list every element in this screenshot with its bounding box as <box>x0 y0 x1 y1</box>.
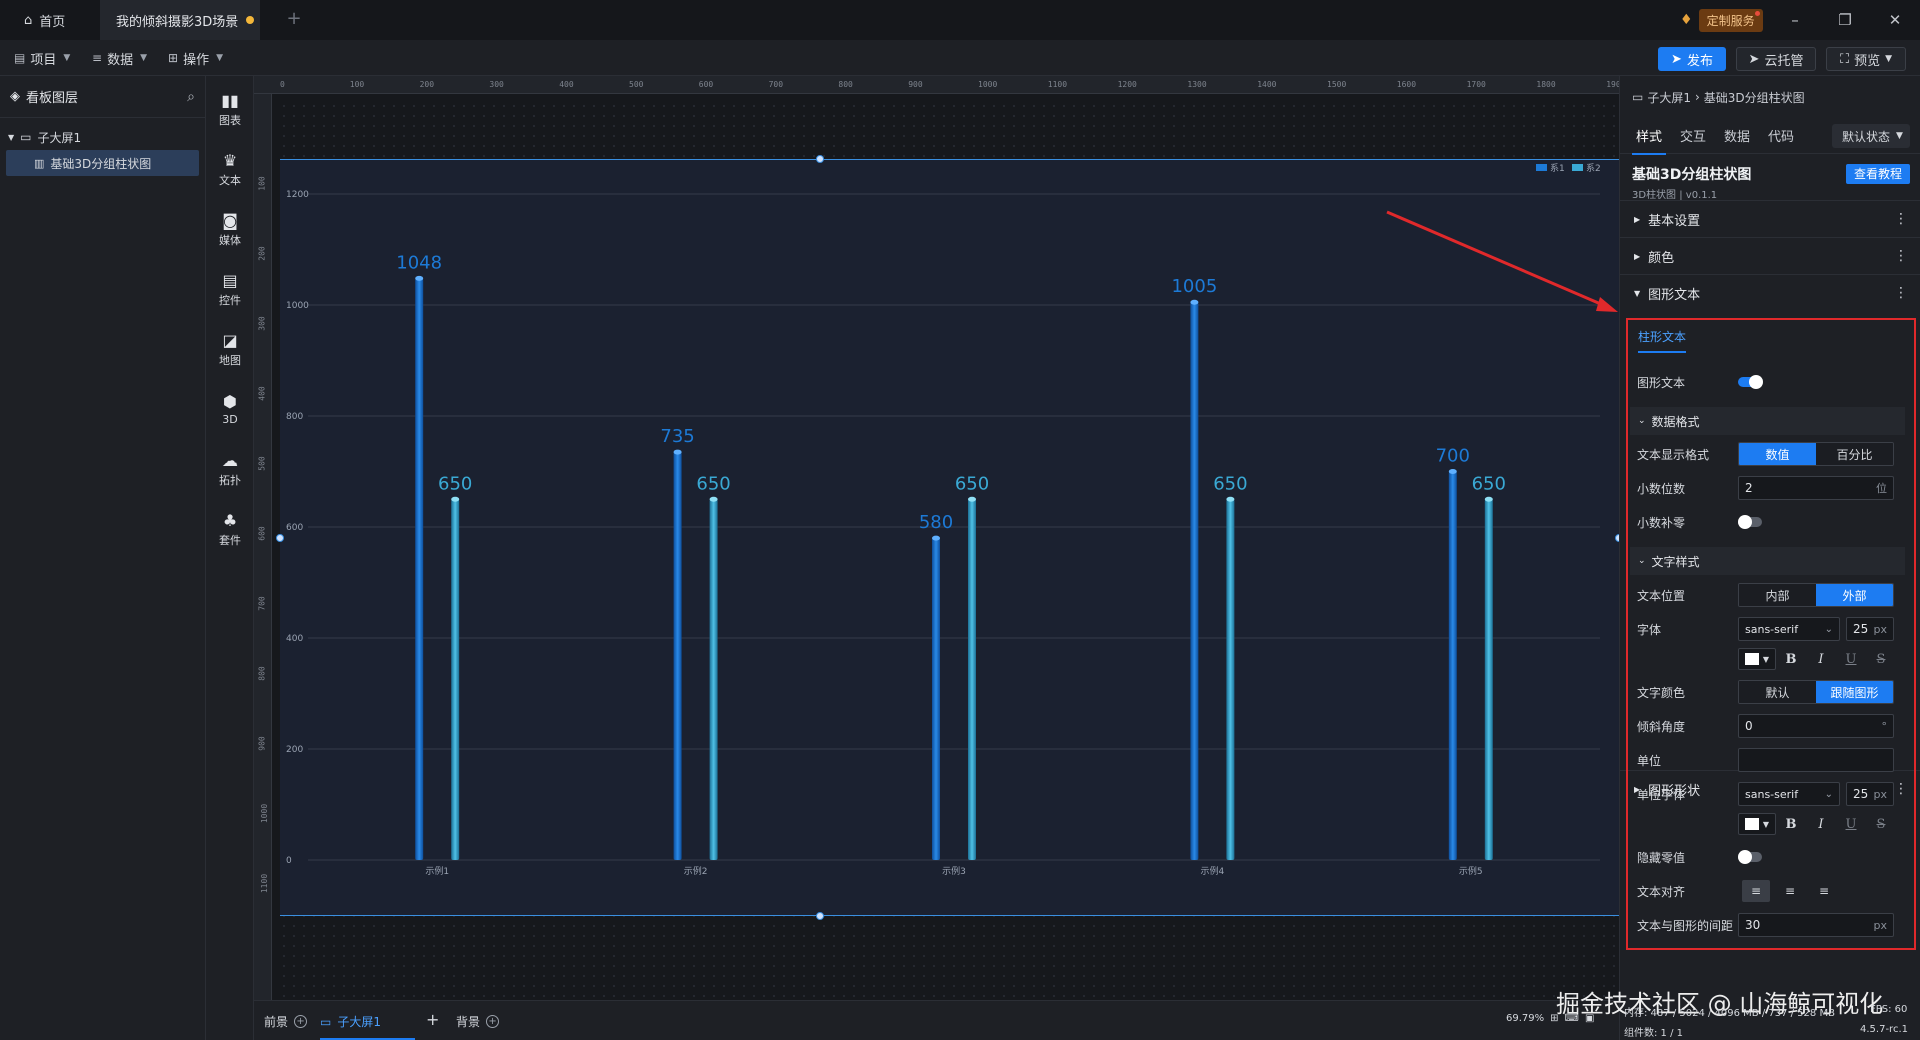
font-style-buttons: ▼ B I U S <box>1738 648 1896 670</box>
text-position-seg: 内部 外部 <box>1738 583 1894 607</box>
unit-color-picker[interactable]: ▼ <box>1738 813 1776 835</box>
text-align-row: 文本对齐 ≡ ≡ ≡ <box>1634 877 1904 905</box>
font-style-row: ▼ B I U S <box>1634 645 1904 673</box>
caret-down-icon: ▼ <box>1762 654 1770 664</box>
text-position-row: 文本位置 内部 外部 <box>1634 581 1904 609</box>
subtab-bar-text[interactable]: 柱形文本 <box>1638 328 1687 353</box>
strikethrough-icon[interactable]: S <box>1866 817 1896 832</box>
pad-zero-toggle[interactable] <box>1738 515 1762 529</box>
chevron-down-icon: ⌄ <box>1638 556 1646 566</box>
text-color-seg: 默认 跟随图形 <box>1738 680 1894 704</box>
position-inside-option[interactable]: 内部 <box>1739 584 1816 606</box>
fps-status: FPS: 60 <box>1870 1004 1908 1015</box>
decimals-row: 小数位数 2 位 <box>1634 474 1904 502</box>
strikethrough-icon[interactable]: S <box>1866 652 1896 667</box>
format-percent-option[interactable]: 百分比 <box>1816 443 1893 465</box>
hide-zero-row: 隐藏零值 <box>1634 843 1904 871</box>
font-row: 字体 sans-serif ⌄ 25 px <box>1634 615 1904 643</box>
italic-icon[interactable]: I <box>1806 817 1836 832</box>
unit-style-row: ▼ B I U S <box>1634 810 1904 838</box>
text-style-group[interactable]: ⌄ 文字样式 <box>1630 547 1905 575</box>
unit-row: 单位 <box>1634 746 1904 774</box>
underline-icon[interactable]: U <box>1836 652 1866 667</box>
app-version: 4.5.7-rc.1 <box>1860 1024 1908 1035</box>
align-left-icon[interactable]: ≡ <box>1742 880 1770 902</box>
chevron-down-icon: ⌄ <box>1824 788 1833 800</box>
data-format-group[interactable]: ⌄ 数据格式 <box>1630 407 1905 435</box>
display-format-row: 文本显示格式 数值 百分比 <box>1634 440 1904 468</box>
gap-row: 文本与图形的间距 30 px <box>1634 911 1904 939</box>
unit-font-row: 单位字体 sans-serif ⌄ 25 px <box>1634 780 1904 808</box>
color-follow-option[interactable]: 跟随图形 <box>1816 681 1893 703</box>
angle-row: 倾斜角度 0 ° <box>1634 712 1904 740</box>
angle-input[interactable]: 0 ° <box>1738 714 1894 738</box>
pad-zero-row: 小数补零 <box>1634 508 1904 536</box>
bold-icon[interactable]: B <box>1776 652 1806 667</box>
unit-input[interactable] <box>1738 748 1894 772</box>
memory-status: 内存: 487 / 5024 / 4096 MB / 737 / 528 MB <box>1624 1008 1835 1019</box>
italic-icon[interactable]: I <box>1806 652 1836 667</box>
underline-icon[interactable]: U <box>1836 817 1866 832</box>
color-default-option[interactable]: 默认 <box>1739 681 1816 703</box>
align-right-icon[interactable]: ≡ <box>1810 880 1838 902</box>
chevron-down-icon: ⌄ <box>1638 416 1646 426</box>
font-color-picker[interactable]: ▼ <box>1738 648 1776 670</box>
gap-input[interactable]: 30 px <box>1738 913 1894 937</box>
caret-down-icon: ▼ <box>1762 819 1770 829</box>
format-value-option[interactable]: 数值 <box>1739 443 1816 465</box>
unit-font-size-input[interactable]: 25 px <box>1846 782 1894 806</box>
shape-text-toggle[interactable] <box>1738 375 1763 389</box>
font-size-input[interactable]: 25 px <box>1846 617 1894 641</box>
chevron-down-icon: ⌄ <box>1824 623 1833 635</box>
shape-text-toggle-row: 图形文本 <box>1634 368 1904 396</box>
align-center-icon[interactable]: ≡ <box>1776 880 1804 902</box>
unit-style-buttons: ▼ B I U S <box>1738 813 1896 835</box>
unit-font-select[interactable]: sans-serif ⌄ <box>1738 782 1840 806</box>
component-count: 组件数: 1 / 1 <box>1624 1028 1683 1039</box>
position-outside-option[interactable]: 外部 <box>1816 584 1893 606</box>
display-format-seg: 数值 百分比 <box>1738 442 1894 466</box>
text-color-row: 文字颜色 默认 跟随图形 <box>1634 678 1904 706</box>
bold-icon[interactable]: B <box>1776 817 1806 832</box>
text-align-buttons: ≡ ≡ ≡ <box>1742 880 1838 902</box>
font-select[interactable]: sans-serif ⌄ <box>1738 617 1840 641</box>
decimals-input[interactable]: 2 位 <box>1738 476 1894 500</box>
hide-zero-toggle[interactable] <box>1738 850 1762 864</box>
